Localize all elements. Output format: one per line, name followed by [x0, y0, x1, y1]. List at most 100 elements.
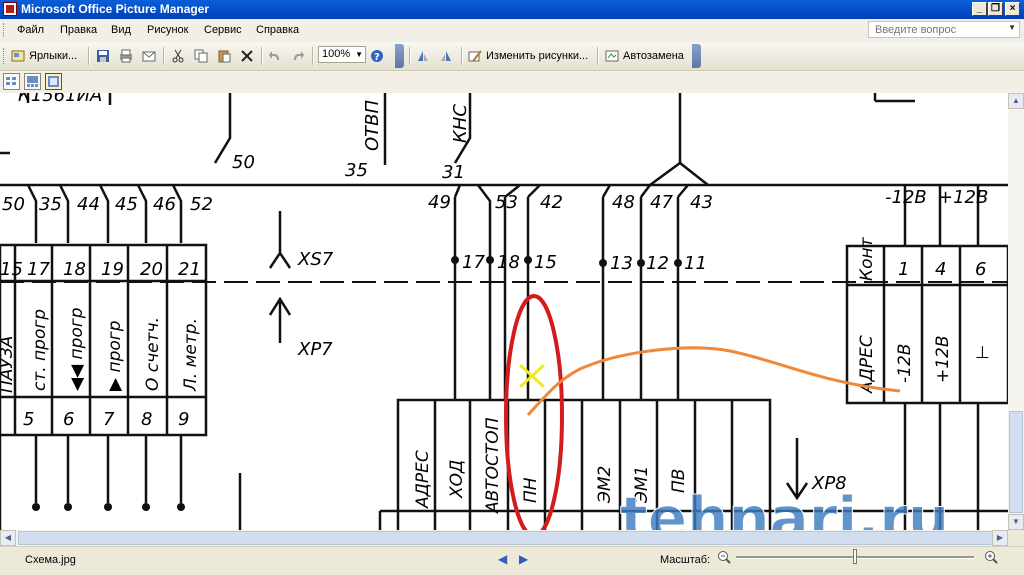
left-signal-label: ПАУЗА [0, 336, 17, 393]
toolbar-separator [261, 47, 263, 65]
left-bottom-number: 5 [23, 409, 34, 430]
top-label: К1561ИА [18, 93, 102, 106]
edit-pictures-icon [468, 49, 482, 63]
copy-button[interactable] [194, 47, 208, 65]
pin-number: 15 [0, 259, 23, 280]
left-signal-label: ст. прогр [30, 309, 50, 391]
title-bar: Microsoft Office Picture Manager _ ❐ × [0, 0, 1024, 19]
zoom-out-icon[interactable] [717, 550, 731, 567]
left-bottom-number: 7 [103, 409, 115, 430]
menu-picture[interactable]: Рисунок [147, 24, 189, 36]
thumbnail-view-button[interactable] [3, 73, 20, 90]
scroll-right-button[interactable]: ▶ [992, 530, 1008, 546]
scroll-down-button[interactable]: ▼ [1008, 514, 1024, 530]
highlight-curve [526, 346, 901, 417]
menu-tools[interactable]: Сервис [204, 24, 242, 36]
pin-number: 4 [935, 259, 946, 280]
menu-file[interactable]: Файл [17, 24, 44, 36]
zoom-slider-thumb[interactable] [853, 549, 857, 564]
toolbar-separator [312, 47, 314, 65]
shortcuts-button[interactable]: Ярлыки... [11, 47, 77, 65]
next-picture-icon[interactable]: ▶ [519, 552, 528, 566]
left-bottom-number: 8 [141, 409, 152, 430]
scroll-up-button[interactable]: ▲ [1008, 93, 1024, 109]
pin-number: 19 [101, 259, 124, 280]
close-button[interactable]: × [1005, 2, 1020, 16]
top-label: КНС [450, 104, 471, 143]
right-signal-label: ⊥ [975, 343, 990, 363]
menu-edit[interactable]: Правка [60, 24, 97, 36]
save-button[interactable] [96, 47, 110, 65]
bus-label: 45 [115, 194, 138, 215]
zoom-in-icon[interactable] [984, 550, 998, 567]
rotate-right-button[interactable] [439, 47, 453, 65]
toolbar-separator [461, 47, 463, 65]
copy-icon [194, 49, 208, 63]
pin-number: 20 [140, 259, 163, 280]
menu-view[interactable]: Вид [111, 24, 131, 36]
bottom-signal-label: ХОД [447, 460, 467, 499]
chevron-down-icon[interactable]: ▼ [355, 47, 363, 62]
horizontal-scrollbar[interactable]: ◀ ▶ [0, 530, 1008, 546]
bottom-signal-label: АДРЕС [413, 450, 433, 509]
standard-toolbar: Ярлыки... ? Изменить рисунки... Автозаме… [0, 42, 1024, 71]
toolbar-separator [597, 47, 599, 65]
app-icon [3, 2, 17, 16]
cut-button[interactable] [171, 47, 185, 65]
print-button[interactable] [119, 47, 133, 65]
print-icon [119, 49, 133, 63]
undo-button[interactable] [268, 47, 282, 65]
window-title: Microsoft Office Picture Manager [21, 2, 210, 16]
vertical-scroll-thumb[interactable] [1009, 411, 1023, 513]
zoom-select[interactable]: 100% ▼ [318, 46, 366, 63]
connector-label: XP7 [297, 339, 333, 360]
zoom-value: 100% [322, 48, 351, 60]
pin-number: 6 [975, 259, 986, 280]
restore-button[interactable]: ❐ [988, 2, 1003, 16]
right-signal-label: +12В [933, 335, 953, 383]
bottom-signal-label: ЭМ2 [595, 466, 615, 504]
connector-xs7-symbol [268, 211, 292, 269]
help-button[interactable]: ? [370, 47, 384, 65]
autocorrect-button[interactable]: Автозамена [605, 47, 684, 65]
top-label: ОТВП [362, 99, 383, 151]
watermark-text: tehnari.ru [620, 484, 949, 530]
chevron-down-icon[interactable]: ▼ [1008, 23, 1016, 32]
shortcuts-label: Ярлыки... [29, 50, 78, 62]
toolbar-overflow-handle[interactable] [395, 44, 404, 68]
top-label: 31 [442, 162, 465, 183]
pin-number: 17 [462, 252, 485, 273]
pin-number: 1 [898, 259, 909, 280]
bus-label: 52 [190, 194, 213, 215]
previous-picture-icon[interactable]: ◀ [498, 552, 507, 566]
send-email-button[interactable] [142, 47, 156, 65]
connector-label: XS7 [297, 249, 334, 270]
picture-canvas[interactable]: К1561ИА 50 35 31 ОТВП КНС 50 35 44 45 46… [0, 93, 1008, 530]
redo-button[interactable] [291, 47, 305, 65]
single-picture-view-button[interactable] [45, 73, 62, 90]
paste-button[interactable] [217, 47, 231, 65]
email-icon [142, 49, 156, 63]
filename-label: Схема.jpg [25, 554, 76, 566]
edit-pictures-button[interactable]: Изменить рисунки... [468, 47, 588, 65]
horizontal-scroll-thumb[interactable] [18, 531, 994, 545]
left-signal-label: ◀◀ прогр [67, 307, 87, 391]
vertical-scrollbar[interactable]: ▲ ▼ [1008, 93, 1024, 530]
help-search-input[interactable] [869, 22, 1005, 37]
status-bar: Схема.jpg ◀ ▶ Масштаб: [0, 546, 1024, 575]
scroll-left-button[interactable]: ◀ [0, 530, 16, 546]
schematic-image: К1561ИА 50 35 31 ОТВП КНС 50 35 44 45 46… [0, 93, 1008, 530]
filmstrip-view-button[interactable] [24, 73, 41, 90]
save-icon [96, 49, 110, 63]
help-search-box[interactable]: ▼ [868, 21, 1020, 38]
menu-help[interactable]: Справка [256, 24, 299, 36]
pin-number: 11 [684, 253, 707, 274]
rotate-left-button[interactable] [416, 47, 430, 65]
right-signal-label: -12В [895, 344, 915, 383]
delete-button[interactable] [240, 47, 254, 65]
toolbar-separator [88, 47, 90, 65]
left-bottom-number: 9 [178, 409, 189, 430]
toolbar-overflow-handle[interactable] [692, 44, 701, 68]
connector-xp7-symbol [268, 296, 292, 343]
minimize-button[interactable]: _ [972, 2, 987, 16]
